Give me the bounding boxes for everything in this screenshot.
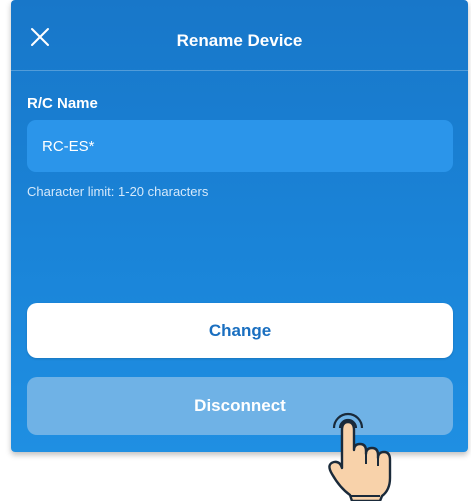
- rc-name-input[interactable]: [27, 120, 453, 172]
- character-limit-hint: Character limit: 1-20 characters: [27, 184, 209, 199]
- tap-hand-icon: [328, 412, 392, 501]
- change-button[interactable]: Change: [27, 303, 453, 358]
- screen: Rename Device R/C Name Character limit: …: [0, 0, 471, 501]
- dialog-title: Rename Device: [176, 31, 303, 50]
- dialog-header: Rename Device: [11, 0, 468, 71]
- rename-device-dialog: Rename Device R/C Name Character limit: …: [11, 0, 468, 452]
- rc-name-label: R/C Name: [27, 95, 98, 112]
